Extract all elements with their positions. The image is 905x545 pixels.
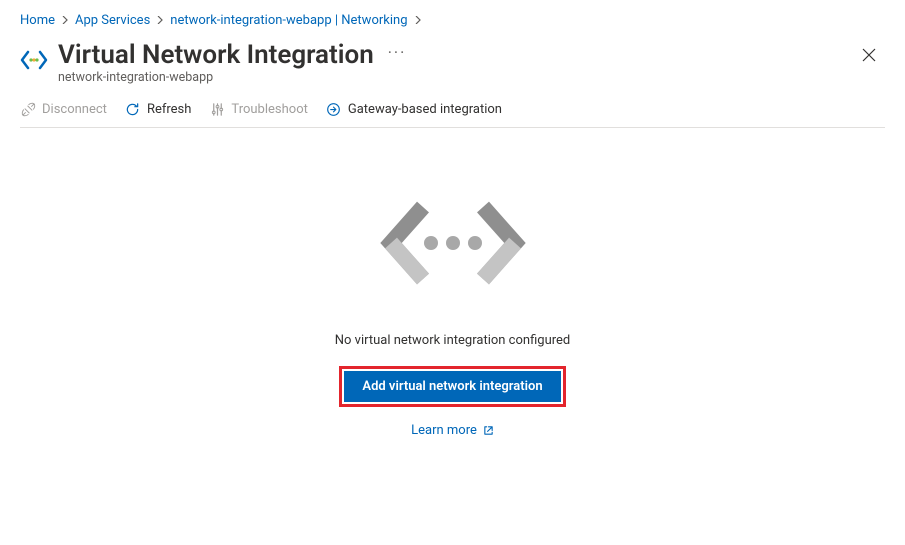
vnet-integration-icon <box>20 46 48 74</box>
gateway-integration-button[interactable]: Gateway-based integration <box>326 101 502 117</box>
refresh-button[interactable]: Refresh <box>125 101 191 117</box>
troubleshoot-icon <box>209 101 225 117</box>
toolbar: Disconnect Refresh Troubleshoot Gateway-… <box>20 93 885 128</box>
add-vnet-integration-button[interactable]: Add virtual network integration <box>344 371 560 402</box>
chevron-right-icon <box>61 14 69 27</box>
learn-more-label: Learn more <box>411 423 477 438</box>
close-button[interactable] <box>853 40 885 72</box>
empty-message: No virtual network integration configure… <box>335 333 571 348</box>
vnet-large-icon <box>373 183 533 303</box>
disconnect-label: Disconnect <box>42 102 107 117</box>
refresh-icon <box>125 101 141 117</box>
empty-state: No virtual network integration configure… <box>20 128 885 438</box>
chevron-right-icon <box>414 14 422 27</box>
arrow-right-circle-icon <box>326 101 342 117</box>
chevron-right-icon <box>156 14 164 27</box>
page-header: Virtual Network Integration ··· network-… <box>20 32 885 91</box>
page-title: Virtual Network Integration <box>58 40 374 70</box>
disconnect-button: Disconnect <box>20 101 107 117</box>
troubleshoot-button: Troubleshoot <box>209 101 307 117</box>
external-link-icon <box>483 425 494 436</box>
breadcrumb-home[interactable]: Home <box>20 13 55 28</box>
breadcrumb-networking[interactable]: network-integration-webapp | Networking <box>170 13 407 28</box>
breadcrumb: Home App Services network-integration-we… <box>20 8 885 32</box>
learn-more-link[interactable]: Learn more <box>411 423 494 438</box>
add-button-highlight: Add virtual network integration <box>339 366 565 407</box>
disconnect-icon <box>20 101 36 117</box>
close-icon <box>862 48 876 65</box>
troubleshoot-label: Troubleshoot <box>231 102 307 117</box>
more-actions-button[interactable]: ··· <box>388 45 407 65</box>
page-subtitle: network-integration-webapp <box>58 70 853 85</box>
refresh-label: Refresh <box>147 102 191 117</box>
breadcrumb-app-services[interactable]: App Services <box>75 13 150 28</box>
gateway-integration-label: Gateway-based integration <box>348 102 502 117</box>
